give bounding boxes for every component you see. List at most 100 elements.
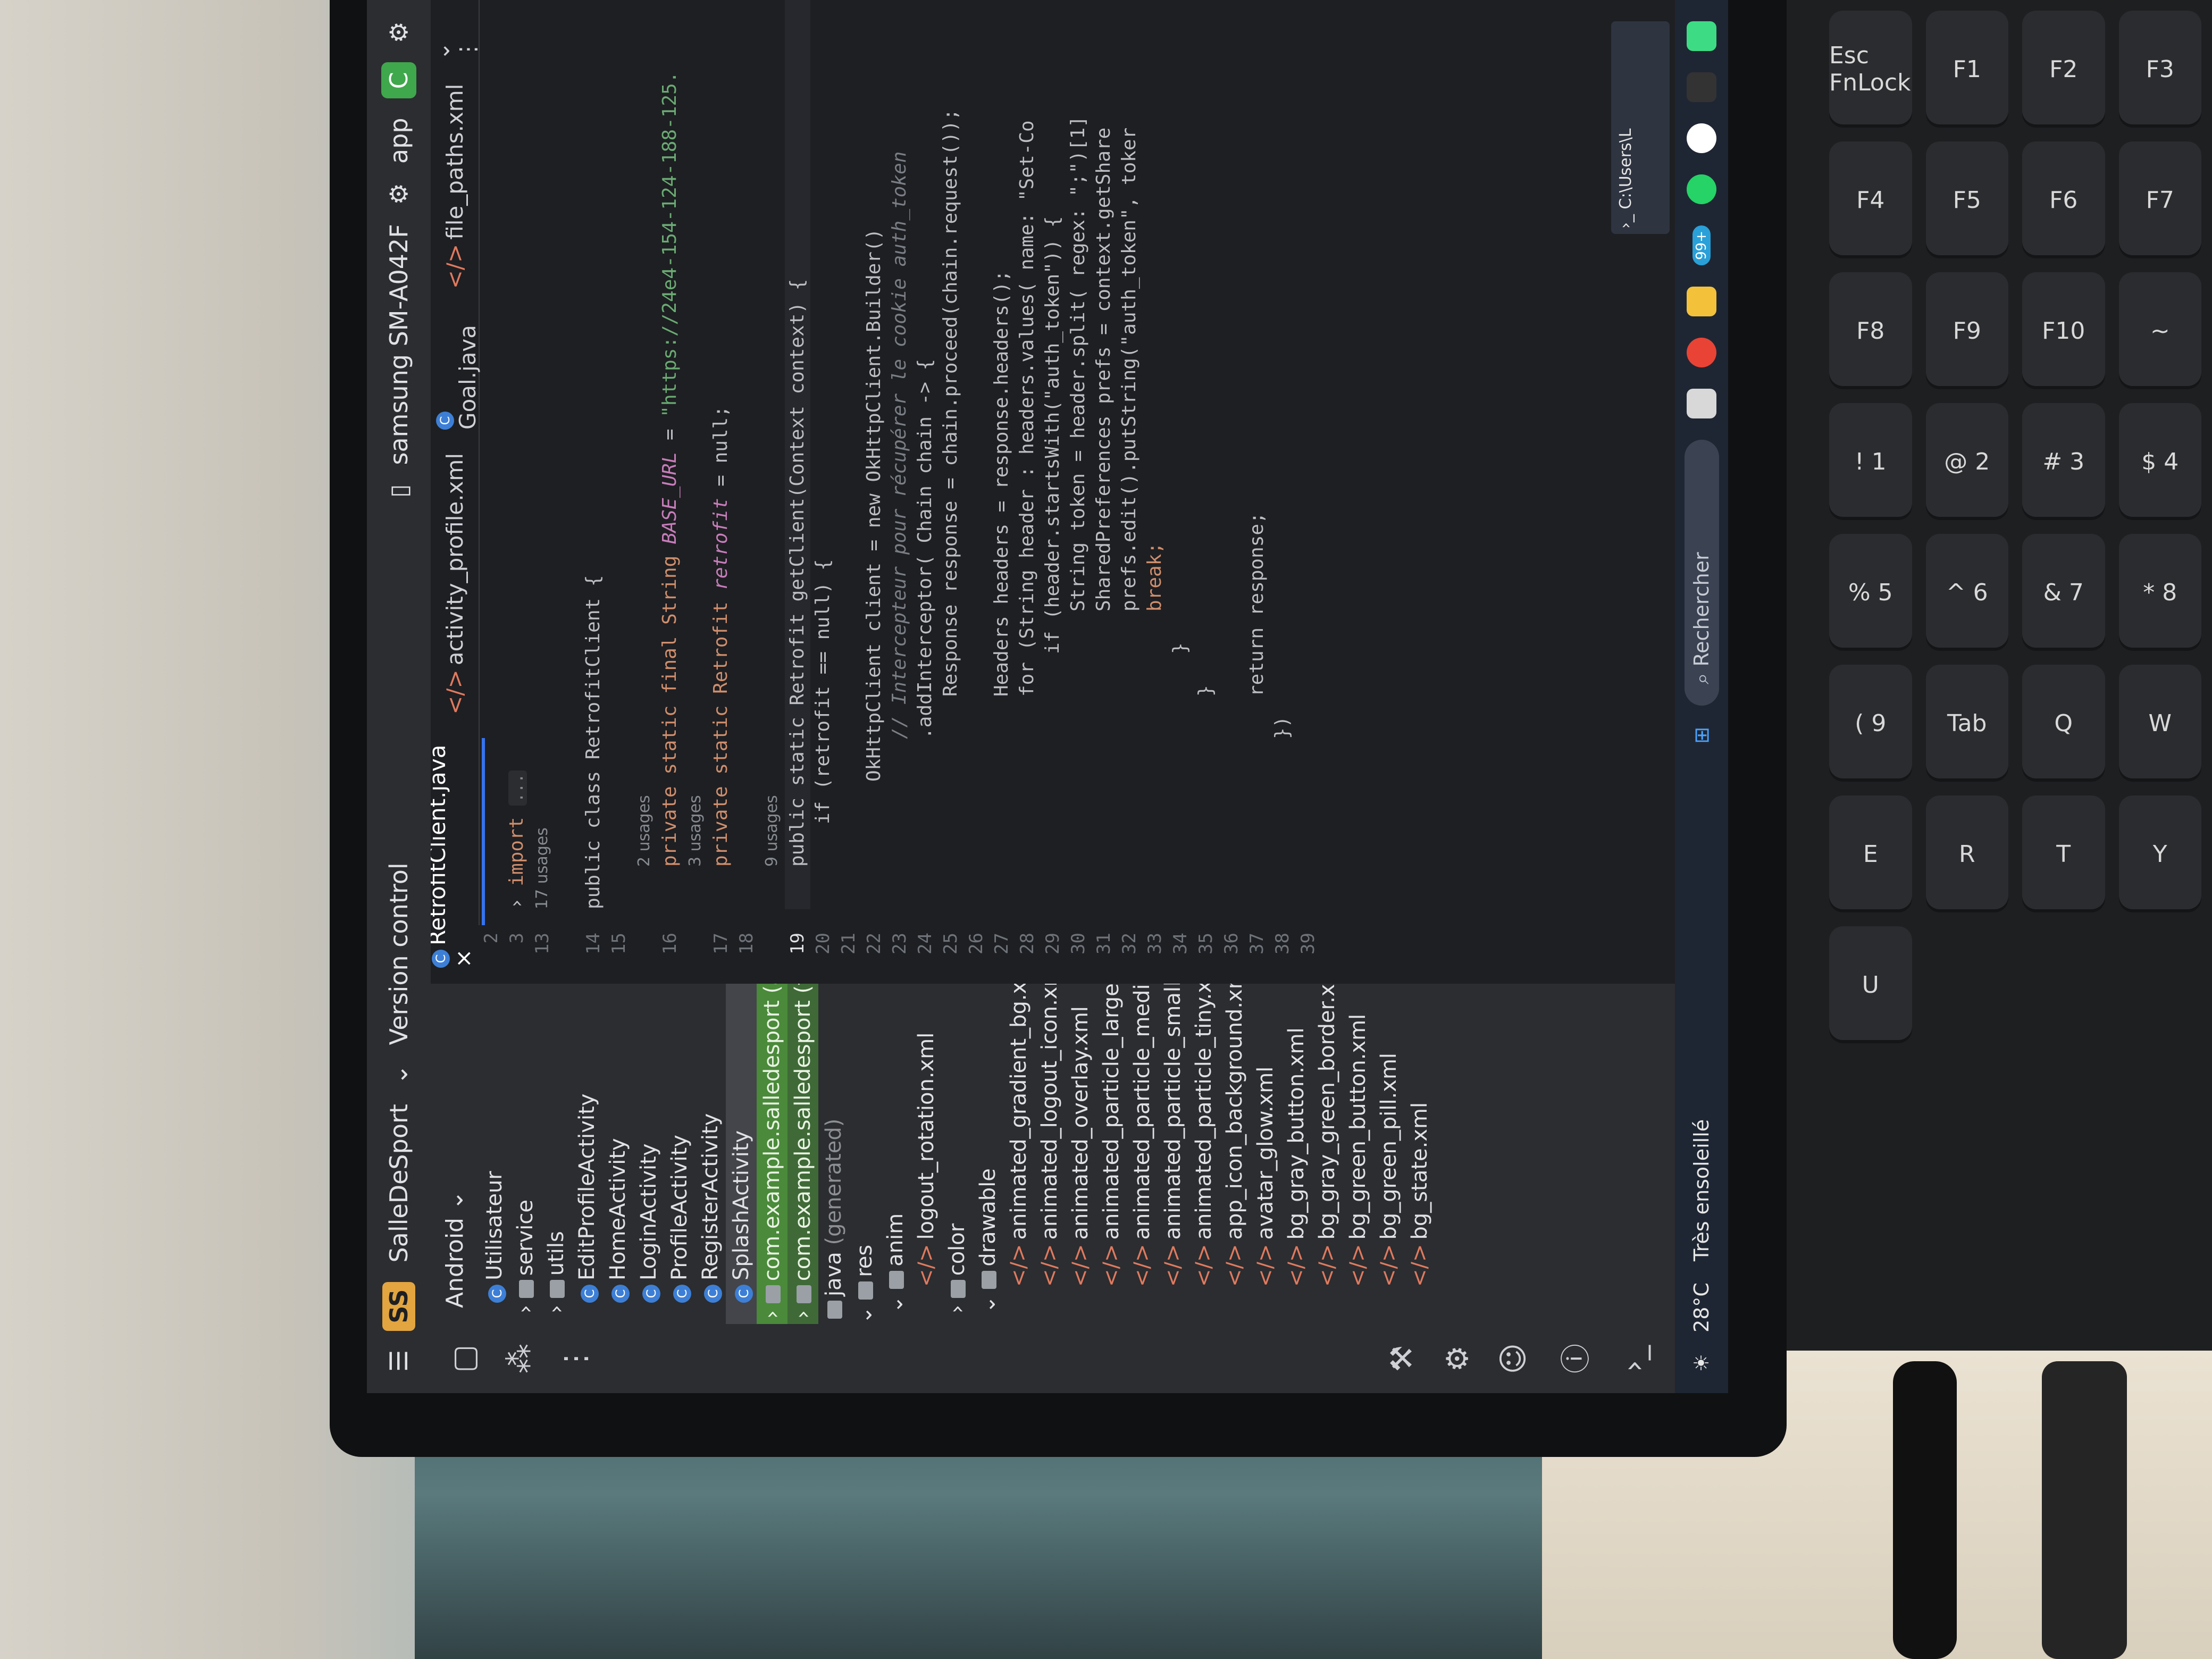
run-icon[interactable]: C [381,62,416,99]
keyboard-key: ~ [2118,272,2201,389]
usage-hint[interactable]: 2 usages [632,0,657,909]
terminal-preview[interactable]: ›_ C:\Users\L [1611,21,1670,234]
tree-item[interactable]: C Utilisateur [479,984,510,1324]
gradle-icon[interactable]: ⚙ [1440,1345,1475,1372]
line-number: 22 [864,933,885,954]
tree-item[interactable]: C RegisterActivity [695,984,726,1324]
tree-item[interactable]: </> bg_gray_button.xml [1281,984,1312,1324]
tree-item[interactable]: › com.example.salledesport (and [757,984,787,1324]
tree-item[interactable]: ⌄ anim [880,984,911,1324]
tab-overflow-icon[interactable]: ⌄ ⋮ [431,16,481,61]
tree-item[interactable]: C HomeActivity [602,984,633,1324]
code-line: › import ... [504,0,530,909]
project-view-header[interactable]: Android ⌄ [431,984,479,1324]
folder-icon [951,1280,966,1298]
hammer-icon[interactable]: ⚒ [1385,1345,1419,1372]
hamburger-icon[interactable]: ☰ [384,1350,413,1372]
whatsapp-icon[interactable] [1687,174,1716,204]
code-field-name: BASE_URL [659,451,681,544]
run-config-selector[interactable]: app [384,118,413,164]
tab-file-paths[interactable]: </> file_paths.xml [442,84,468,289]
chatgpt-icon[interactable] [1687,123,1716,153]
xml-file-icon: </> [1161,1244,1185,1287]
project-name[interactable]: SalleDeSport [384,1104,413,1262]
keyboard-key: Y [2118,795,2201,912]
tree-item[interactable]: </> bg_state.xml [1404,984,1435,1324]
tree-item[interactable]: › com.example.salledesport (test) [787,984,818,1324]
file-explorer-icon[interactable] [1687,286,1716,316]
code-area[interactable]: › import ... 17 usages public class Retr… [479,0,1728,909]
android-robot-icon[interactable]: ☺ [1496,1343,1531,1374]
device-selector[interactable]: samsung SM-A042F [384,224,413,465]
keyboard-key: # 3 [2022,403,2105,520]
tree-item-selected[interactable]: C SplashActivity [726,984,757,1324]
keyboard-key: F7 [2118,141,2201,258]
tree-item[interactable]: › service [510,984,541,1324]
code-comment: // Intercepteur pour récupérer le cookie… [889,151,910,739]
tree-item[interactable]: C ProfileActivity [664,984,695,1324]
usage-hint[interactable]: 3 usages [683,0,708,909]
tree-item-label: EditProfileActivity [575,1093,599,1280]
tree-item[interactable]: </> logout_rotation.xml [911,984,942,1324]
close-icon[interactable]: × [450,949,476,968]
line-number: 31 [1093,933,1115,954]
tree-item[interactable]: </> bg_green_pill.xml [1373,984,1404,1324]
tree-item[interactable]: </> bg_green_button.xml [1343,984,1373,1324]
tree-item[interactable]: </> animated_particle_large.xml [1096,984,1127,1324]
folded-code-icon[interactable]: ... [508,770,527,806]
class-icon: C [432,950,450,968]
windows-start-icon[interactable]: ⊞ [1690,727,1713,744]
weather-icon[interactable]: ☀ [1690,1354,1713,1372]
project-panel: Android ⌄ C Utilisateur › service › utils… [431,984,1728,1324]
tab-goal[interactable]: CGoal.java [431,312,481,430]
project-tree: C Utilisateur › service › utils C EditProf… [479,984,1435,1324]
tree-item[interactable]: </> bg_gray_green_border.xml [1312,984,1343,1324]
app-w-icon[interactable] [1687,72,1716,102]
problems-icon[interactable]: ⓘ [1552,1344,1595,1373]
tree-item[interactable]: C EditProfileActivity [572,984,602,1324]
line-number: 30 [1068,933,1089,954]
tab-activity-profile[interactable]: </> activity_profile.xml [442,453,468,715]
gear-icon[interactable]: ⚙ [384,21,413,43]
tree-item[interactable]: › color [942,984,973,1324]
line-number: 38 [1272,933,1293,954]
keyboard-key: F1 [1925,11,2008,128]
more-icon[interactable]: ⋮ [558,1344,593,1373]
usage-hint[interactable]: 17 usages [530,0,555,909]
tab-retrofitclient[interactable]: C RetrofitClient.java × [431,738,485,968]
tree-item[interactable]: </> avatar_glow.xml [1250,984,1281,1324]
tree-item[interactable]: </> animated_gradient_bg.xml [1003,984,1034,1324]
line-number: 23 [889,933,910,954]
tree-item[interactable]: ⌄ drawable [973,984,1003,1324]
tree-item[interactable]: C LoginActivity [633,984,664,1324]
usage-hint[interactable]: 9 usages [759,0,785,909]
tree-item[interactable]: ⌄ res [849,984,880,1324]
task-view-icon[interactable] [1687,388,1716,418]
tree-item[interactable]: </> animated_logout_icon.xml [1034,984,1065,1324]
code-line: SharedPreferences prefs = context.getSha… [1093,127,1115,611]
tree-item-label: bg_state.xml [1407,1102,1432,1240]
line-number-blank [555,925,581,984]
class-icon: C [581,1285,599,1303]
structure-icon[interactable]: ⁂ [502,1344,537,1373]
terminal-icon[interactable]: ›_ [1616,1345,1651,1372]
line-number: 14 [583,933,604,954]
tree-item[interactable]: </> animated_particle_small.xml [1158,984,1188,1324]
code-line: prefs.edit().putString("auth_token", tok… [1118,127,1140,611]
code-line: } [1195,685,1217,697]
tree-item[interactable]: </> app_icon_background.xml [1219,984,1250,1324]
folder-icon[interactable]: ▢ [447,1345,481,1373]
tree-item[interactable]: java (generated) [818,984,849,1324]
vcs-menu[interactable]: Version control [384,862,413,1045]
taskbar-search[interactable]: ⌕ Rechercher [1684,439,1719,706]
chevron-down-icon: ⌄ [384,1064,413,1085]
tree-item[interactable]: </> animated_particle_medium.xm [1127,984,1158,1324]
tree-item[interactable]: </> animated_particle_tiny.xml [1188,984,1219,1324]
chrome-icon[interactable] [1687,337,1716,367]
android-studio-icon[interactable] [1687,21,1716,51]
usb-cable-2 [2042,1361,2127,1659]
line-number: 25 [940,933,961,954]
tree-item[interactable]: </> animated_overlay.xml [1065,984,1096,1324]
tree-item-label: bg_gray_button.xml [1284,1027,1309,1240]
tree-item[interactable]: › utils [541,984,572,1324]
